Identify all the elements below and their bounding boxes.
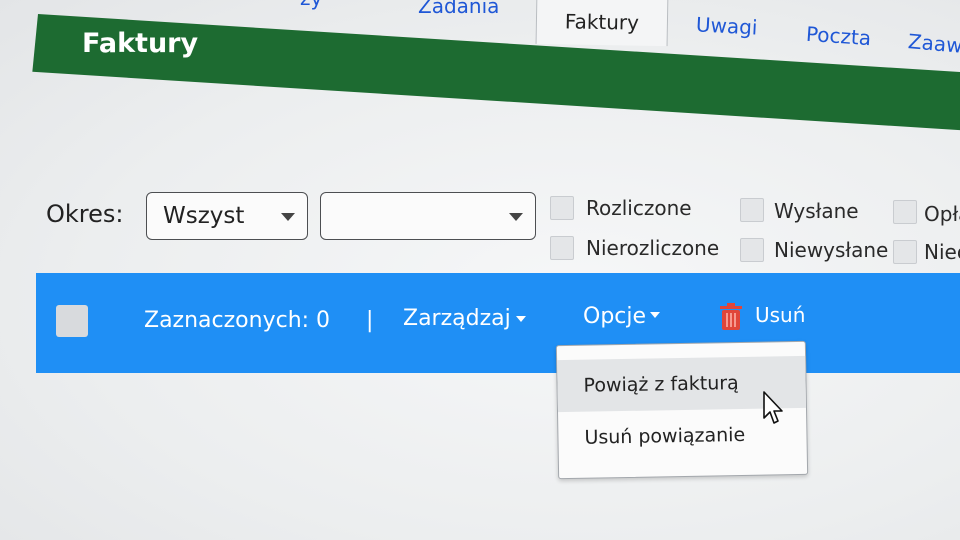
trash-icon[interactable] <box>718 302 744 332</box>
checkbox-label-nierozliczone: Nierozliczone <box>586 236 720 260</box>
period-select-value: Wszyst <box>163 203 245 229</box>
tab-poczta[interactable]: Poczta <box>805 22 872 50</box>
delete-button[interactable]: Usuń <box>755 303 805 327</box>
checkbox-wyslane[interactable] <box>740 198 764 222</box>
checkbox-label-rozliczone: Rozliczone <box>586 196 692 220</box>
period-label: Okres: <box>46 200 124 228</box>
tab-uwagi[interactable]: Uwagi <box>695 12 758 39</box>
chevron-down-icon <box>509 213 523 221</box>
caret-down-icon <box>516 316 526 322</box>
tab-faktury[interactable]: Faktury <box>535 0 669 47</box>
checkbox-oplacone[interactable] <box>893 200 917 224</box>
tab-faktury-label: Faktury <box>564 9 640 35</box>
tab-zadania[interactable]: Zadania <box>418 0 499 18</box>
caret-down-icon <box>650 312 660 318</box>
app-window: zy Zadania Faktury Uwagi Poczta Zaawa Fa… <box>0 0 960 540</box>
checkbox-label-oplacone: Opła <box>924 202 960 226</box>
checkbox-label-niewyslane: Niewysłane <box>774 238 889 262</box>
checkbox-rozliczone[interactable] <box>550 196 574 220</box>
toolbar-separator: | <box>366 308 374 333</box>
checkbox-label-wyslane: Wysłane <box>774 199 859 223</box>
checkbox-nieoplacone[interactable] <box>893 240 917 264</box>
checkbox-label-nieoplacone: Nieo <box>924 240 960 264</box>
options-menu-button[interactable]: Opcje <box>583 304 646 329</box>
selected-count: Zaznaczonych: 0 <box>144 308 331 333</box>
secondary-select[interactable] <box>320 192 536 240</box>
manage-menu-button[interactable]: Zarządzaj <box>403 306 511 331</box>
tab-partial[interactable]: zy <box>300 0 322 10</box>
tab-zaawansowane[interactable]: Zaawa <box>907 29 960 59</box>
period-select[interactable]: Wszyst <box>146 192 308 240</box>
mouse-cursor-icon <box>763 391 783 424</box>
select-all-checkbox[interactable] <box>56 305 88 337</box>
chevron-down-icon <box>281 213 295 221</box>
page-title: Faktury <box>82 28 199 59</box>
checkbox-niewyslane[interactable] <box>740 238 764 262</box>
checkbox-nierozliczone[interactable] <box>550 236 574 260</box>
